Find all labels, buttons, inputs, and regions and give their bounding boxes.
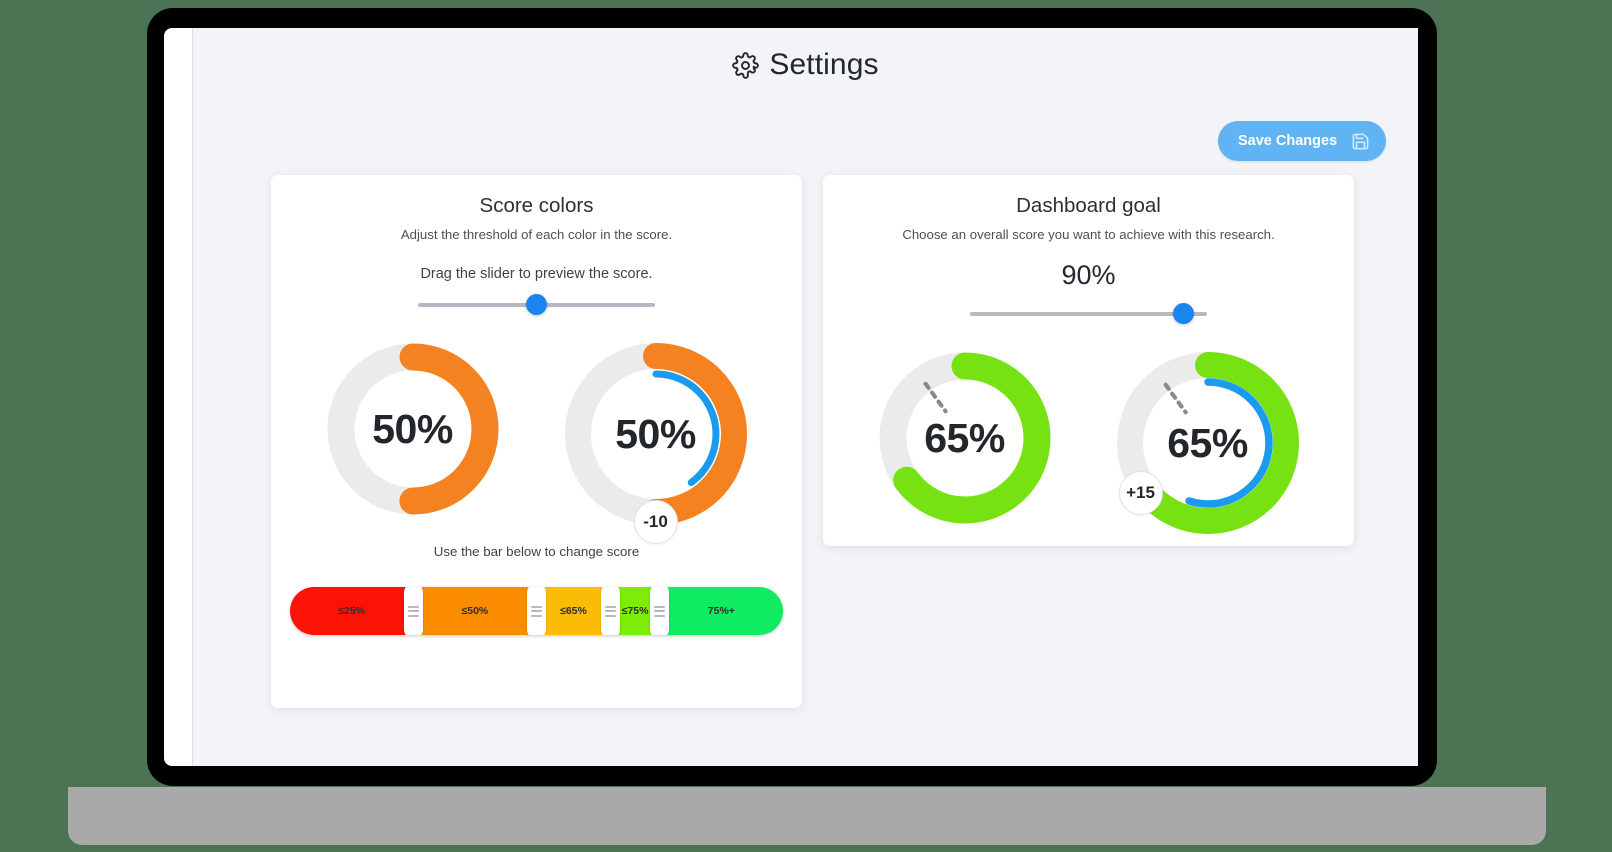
dashboard-goal-title: Dashboard goal [1016, 194, 1161, 217]
goal-slider-row [823, 291, 1354, 325]
goal-donut-simple-value: 65% [924, 414, 1005, 461]
color-segment[interactable]: ≤25% [290, 587, 414, 635]
color-segment-label: ≤50% [461, 605, 489, 617]
save-changes-label: Save Changes [1238, 133, 1338, 149]
score-preview-slider[interactable] [418, 294, 655, 316]
color-segment-label: ≤75% [621, 605, 649, 617]
goal-donut-delta-badge: +15 [1118, 471, 1163, 515]
goal-donut-compare: 65% +15 [1112, 347, 1304, 539]
page-title: Settings [769, 48, 879, 81]
card-score-colors: Score colors Adjust the threshold of eac… [271, 175, 802, 708]
color-segment[interactable]: ≤65% [536, 587, 611, 635]
threshold-handle[interactable] [650, 587, 670, 635]
color-threshold-bar[interactable]: ≤25% ≤50% ≤65% ≤75% 75%+ [290, 587, 783, 635]
color-bar-hint: Use the bar below to change score [433, 544, 640, 559]
threshold-handle[interactable] [403, 587, 423, 635]
slider-thumb[interactable] [526, 294, 547, 315]
score-donut-compare: 50% -10 [560, 338, 752, 544]
laptop-screen: Settings Save Changes Score colors Adjus… [164, 28, 1418, 766]
dashboard-goal-slider[interactable] [970, 303, 1207, 325]
slider-thumb[interactable] [1172, 303, 1194, 324]
save-disk-icon [1351, 132, 1370, 151]
color-segment[interactable]: ≤50% [413, 587, 537, 635]
color-segment-label: ≤25% [338, 605, 366, 617]
score-colors-hint: Drag the slider to preview the score. [420, 266, 653, 282]
score-donut-delta-badge: -10 [633, 500, 678, 544]
laptop-base [68, 787, 1546, 845]
page-header: Settings [193, 48, 1418, 82]
color-segment[interactable]: 75%+ [659, 587, 783, 635]
color-segment-label: ≤65% [560, 605, 587, 617]
save-changes-button[interactable]: Save Changes [1218, 121, 1387, 161]
goal-donut-simple: 65% [874, 347, 1056, 529]
score-colors-subtitle: Adjust the threshold of each color in th… [400, 227, 673, 242]
card-dashboard-goal: Dashboard goal Choose an overall score y… [823, 175, 1354, 546]
score-donut-simple-value: 50% [372, 405, 453, 452]
slider-track [970, 312, 1207, 316]
dashboard-goal-donut-row: 65% 65% +15 [823, 347, 1354, 539]
score-colors-donut-row: 50% 50% -10 [271, 338, 802, 544]
dashboard-goal-value: 90% [1061, 260, 1116, 290]
score-colors-title: Score colors [479, 194, 594, 217]
dashboard-goal-subtitle: Choose an overall score you want to achi… [902, 227, 1275, 242]
score-slider-row [271, 282, 802, 316]
score-donut-simple: 50% [322, 338, 504, 520]
laptop-mockup: Settings Save Changes Score colors Adjus… [0, 0, 1612, 852]
threshold-handle[interactable] [600, 587, 620, 635]
app-content: Settings Save Changes Score colors Adjus… [192, 28, 1418, 766]
gear-icon [732, 51, 760, 79]
threshold-handle[interactable] [527, 587, 546, 635]
color-segment-label: 75%+ [707, 605, 735, 617]
